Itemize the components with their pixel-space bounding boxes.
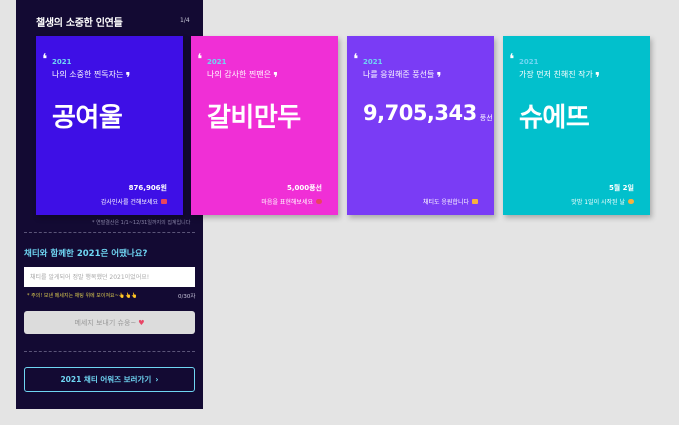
quote-open-icon: ❛	[197, 50, 203, 68]
card-main-value: 갈비만두	[207, 103, 301, 133]
card-footer: 마음을 표현해보세요	[261, 197, 322, 206]
card-balloons[interactable]: ❛ 2021 나를 응원해준 풍선들 ❜ 9,705,343 풍선 채티도 응원합니…	[347, 36, 494, 215]
quote-close-icon: ❜	[272, 69, 279, 87]
card-year: 2021	[519, 58, 539, 66]
card-year: 2021	[52, 58, 72, 66]
card-subtitle: 나의 소중한 찐독자는 ❜	[52, 69, 131, 87]
card-year: 2021	[363, 58, 383, 66]
quote-close-icon: ❜	[125, 69, 131, 87]
gift-icon	[472, 199, 478, 204]
quote-close-icon: ❜	[594, 69, 601, 87]
char-counter: 0/30자	[178, 294, 196, 300]
panel-title: 챌생의 소중한 인연들	[36, 18, 123, 29]
awards-link-button[interactable]: 2021 채티 어워즈 보러가기 ›	[24, 367, 195, 392]
card-subtitle: 나를 응원해준 풍선들 ❜	[363, 69, 442, 87]
send-message-button[interactable]: 메세지 보내기 슈웅~ ♥	[24, 311, 195, 334]
chevron-right-icon: ›	[155, 375, 159, 384]
card-thankful-fan[interactable]: ❛ 2021 나의 감사한 찐팬은 ❜ 갈비만두 5,000풍선 마음을 표현해보…	[191, 36, 338, 215]
quote-open-icon: ❛	[42, 50, 48, 68]
aggregation-note: * 연말결산은 1/1~12/31일까지의 집계입니다	[92, 220, 191, 226]
card-footer: 감사인사를 건해보세요	[101, 197, 167, 206]
card-stat: 5,000풍선	[286, 184, 322, 192]
card-subtitle: 가장 먼저 친해진 작가 ❜	[519, 69, 601, 87]
quote-open-icon: ❛	[509, 50, 515, 68]
card-stat: 5월 2일	[608, 184, 634, 192]
card-subtitle: 나의 감사한 찐팬은 ❜	[207, 69, 279, 87]
envelope-icon	[161, 199, 167, 204]
quote-close-icon: ❜	[436, 69, 442, 87]
card-year: 2021	[207, 58, 227, 66]
heart-icon: ♥	[138, 318, 145, 327]
card-main-value: 슈에뜨	[519, 103, 590, 133]
divider	[24, 232, 195, 233]
card-loyal-reader[interactable]: ❛ 2021 나의 소중한 찐독자는 ❜ 공여울 876,906원 감사인사를 건…	[36, 36, 183, 215]
question-heading: 채티와 함께한 2021은 어땠나요?	[24, 249, 148, 259]
heart-icon	[316, 199, 322, 204]
warning-hint: * 주의! 보낸 메세지는 채팅 위에 보이져요~👆👆👆	[27, 293, 138, 299]
card-first-friend[interactable]: ❛ 2021 가장 먼저 친해진 작가 ❜ 슈에뜨 5월 2일 맛밤 1일이 시작…	[503, 36, 650, 215]
card-footer: 채티도 응원합니다	[423, 197, 478, 206]
card-main-value: 9,705,343 풍선	[363, 101, 493, 125]
message-input[interactable]	[24, 267, 195, 287]
quote-open-icon: ❛	[353, 50, 359, 68]
card-unit: 풍선	[479, 114, 493, 122]
card-main-value: 공여울	[52, 103, 123, 133]
divider	[24, 351, 195, 352]
card-stat: 876,906원	[128, 184, 167, 192]
card-footer: 맛밤 1일이 시작된 날	[571, 197, 634, 206]
page-indicator: 1/4	[180, 17, 190, 24]
smile-icon	[628, 199, 634, 204]
